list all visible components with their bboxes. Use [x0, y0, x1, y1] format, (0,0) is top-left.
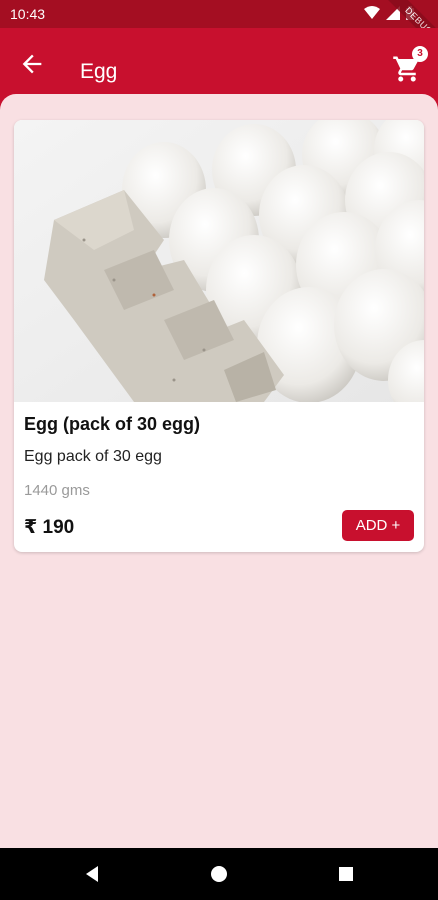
content-area: Egg (pack of 30 egg) Egg pack of 30 egg … [0, 94, 438, 848]
arrow-back-icon [22, 54, 42, 74]
product-name: Egg (pack of 30 egg) [24, 414, 201, 434]
cart-count-badge: 3 [412, 46, 428, 62]
back-button[interactable] [18, 50, 46, 78]
system-nav-bar [0, 848, 438, 900]
app-bar: Egg 3 [0, 28, 438, 98]
nav-back-icon[interactable] [82, 864, 102, 884]
nav-home-icon[interactable] [209, 864, 229, 884]
page-title: Egg [80, 60, 118, 83]
status-time: 10:43 [10, 6, 46, 22]
wifi-icon [364, 6, 380, 19]
add-to-cart-button[interactable]: ADD + [342, 510, 414, 541]
product-image [14, 120, 424, 402]
product-price: ₹ 190 [24, 517, 75, 538]
cart-button[interactable]: 3 [390, 46, 428, 86]
product-card[interactable]: Egg (pack of 30 egg) Egg pack of 30 egg … [14, 120, 424, 552]
product-weight: 1440 gms [24, 482, 90, 499]
status-bar: 10:43 DEBUG [0, 0, 438, 58]
product-description: Egg pack of 30 egg [24, 448, 162, 465]
nav-recent-apps-icon[interactable] [336, 864, 356, 884]
